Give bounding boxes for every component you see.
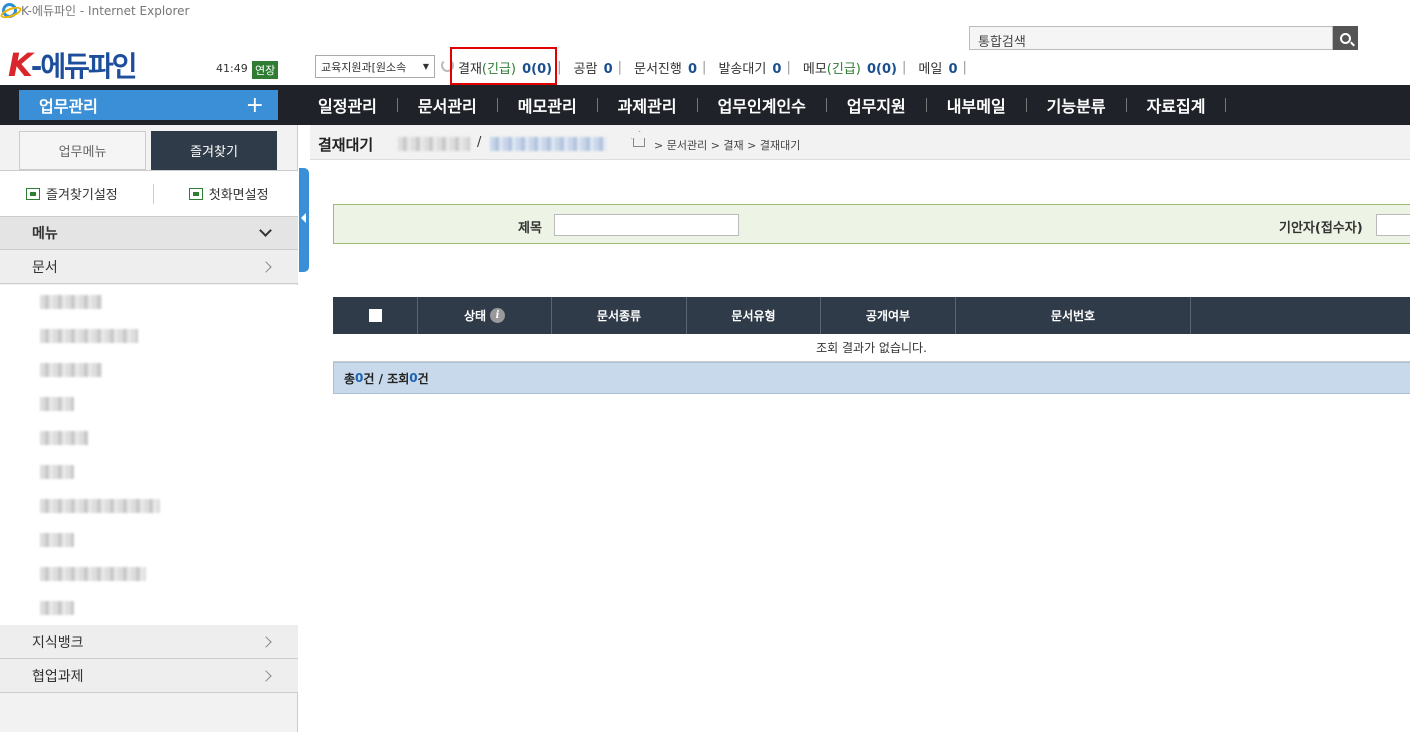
- empty-message: 조회 결과가 없습니다.: [333, 334, 1410, 362]
- nav-schedule[interactable]: 일정관리: [298, 93, 397, 117]
- col-doc-type[interactable]: 문서유형: [687, 297, 821, 334]
- status-approval[interactable]: 결재(긴급) 0(0): [458, 58, 552, 77]
- window-titlebar: K-에듀파인 - Internet Explorer: [0, 0, 1410, 20]
- sidebar-submenu-blurred: [0, 285, 298, 625]
- work-menu-button[interactable]: 업무관리 +: [19, 90, 278, 120]
- dept-select-value: 교육지원과[원소속: [321, 60, 407, 74]
- content-header: 결재대기 / > 문서관리 > 결재 > 결재대기: [310, 125, 1410, 160]
- drafter-search-input[interactable]: [1376, 214, 1410, 236]
- extend-session-button[interactable]: 연장: [252, 61, 279, 79]
- sidebar-actions: 즐겨찾기설정 첫화면설정: [0, 170, 298, 217]
- nav-documents[interactable]: 문서관리: [398, 93, 497, 117]
- nav-support[interactable]: 업무지원: [827, 93, 926, 117]
- col-status[interactable]: 상태 i: [418, 297, 552, 334]
- sidebar-item-collab-tasks[interactable]: 협업과제: [0, 659, 298, 693]
- title-label: 제목: [518, 221, 542, 236]
- search-icon: [1340, 32, 1351, 44]
- home-settings-button[interactable]: 첫화면설정: [188, 184, 269, 203]
- drafter-label: 기안자(접수자): [1279, 221, 1363, 236]
- tab-favorites[interactable]: 즐겨찾기: [151, 131, 277, 170]
- search-panel: 제목 기안자(접수자): [333, 204, 1410, 244]
- dropdown-arrow-icon: ▼: [422, 62, 429, 71]
- col-doc-kind[interactable]: 문서종류: [552, 297, 687, 334]
- chevron-right-icon: [260, 260, 272, 273]
- info-icon[interactable]: i: [490, 308, 506, 323]
- col-doc-number[interactable]: 문서번호: [956, 297, 1191, 334]
- nav-memo[interactable]: 메모관리: [498, 93, 597, 117]
- nav-handover[interactable]: 업무인계인수: [698, 93, 826, 117]
- search-button[interactable]: [1333, 26, 1358, 50]
- favorites-settings-button[interactable]: 즐겨찾기설정: [26, 184, 118, 203]
- top-menu: 일정관리 문서관리 메모관리 과제관리 업무인계인수 업무지원 내부메일 기능분…: [298, 85, 1227, 125]
- home-icon[interactable]: [633, 138, 645, 147]
- window-title: K-에듀파인 - Internet Explorer: [21, 3, 190, 18]
- internet-explorer-icon: [2, 2, 17, 18]
- nav-statistics[interactable]: 자료집계: [1127, 93, 1226, 117]
- sidebar: 업무메뉴 즐겨찾기 즐겨찾기설정 첫화면설정 메뉴 문서 지식뱅크 협업과제: [0, 125, 298, 732]
- tab-work-menu[interactable]: 업무메뉴: [19, 131, 146, 170]
- page-title: 결재대기: [318, 136, 374, 154]
- main-navbar: 업무관리 + 일정관리 문서관리 메모관리 과제관리 업무인계인수 업무지원 내…: [0, 85, 1410, 125]
- breadcrumb: > 문서관리 > 결재 > 결재대기: [654, 139, 801, 152]
- approval-table: 상태 i 문서종류 문서유형 공개여부 문서번호 조회 결과가 없습니다. 총 0…: [333, 297, 1410, 394]
- screen-icon: [188, 187, 203, 200]
- sidebar-item-documents[interactable]: 문서: [0, 250, 298, 284]
- session-timer: 41:49: [216, 62, 248, 75]
- sidebar-tabs: 업무메뉴 즐겨찾기: [19, 131, 277, 170]
- table-header: 상태 i 문서종류 문서유형 공개여부 문서번호: [333, 297, 1410, 334]
- global-search-input[interactable]: 통합검색: [969, 26, 1333, 50]
- plus-icon: +: [245, 92, 264, 118]
- status-circulation[interactable]: 공람 0: [574, 58, 613, 77]
- status-memo[interactable]: 메모(긴급) 0(0): [803, 58, 897, 77]
- select-all-checkbox[interactable]: [333, 297, 418, 334]
- title-search-input[interactable]: [554, 214, 739, 236]
- dept-select[interactable]: 교육지원과[원소속 ▼: [315, 55, 435, 78]
- status-doc-progress[interactable]: 문서진행 0: [634, 58, 697, 77]
- col-more: [1191, 297, 1410, 334]
- nav-tasks[interactable]: 과제관리: [598, 93, 697, 117]
- sidebar-collapse-handle[interactable]: [299, 168, 309, 272]
- refresh-icon[interactable]: [441, 59, 454, 72]
- sidebar-menu-header[interactable]: 메뉴: [0, 217, 298, 250]
- logo-text: -에듀파인: [30, 50, 138, 83]
- total-summary: 총 0건 / 조회 0건: [333, 362, 1410, 394]
- sidebar-item-knowledge-bank[interactable]: 지식뱅크: [0, 625, 298, 659]
- logo-k: K: [8, 46, 33, 84]
- col-public[interactable]: 공개여부: [821, 297, 956, 334]
- chevron-down-icon: [259, 224, 272, 237]
- chevron-right-icon: [260, 635, 272, 648]
- star-icon: [26, 187, 40, 200]
- logo[interactable]: K -에듀파인: [8, 46, 138, 84]
- status-counters: 결재(긴급) 0(0) | 공람 0 | 문서진행 0 | 발송대기 0 | 메모(긴급…: [458, 58, 967, 77]
- nav-internal-mail[interactable]: 내부메일: [927, 93, 1026, 117]
- status-mail[interactable]: 메일 0: [918, 58, 957, 77]
- status-send-wait[interactable]: 발송대기 0: [718, 58, 781, 77]
- nav-classification[interactable]: 기능분류: [1027, 93, 1126, 117]
- chevron-right-icon: [260, 669, 272, 682]
